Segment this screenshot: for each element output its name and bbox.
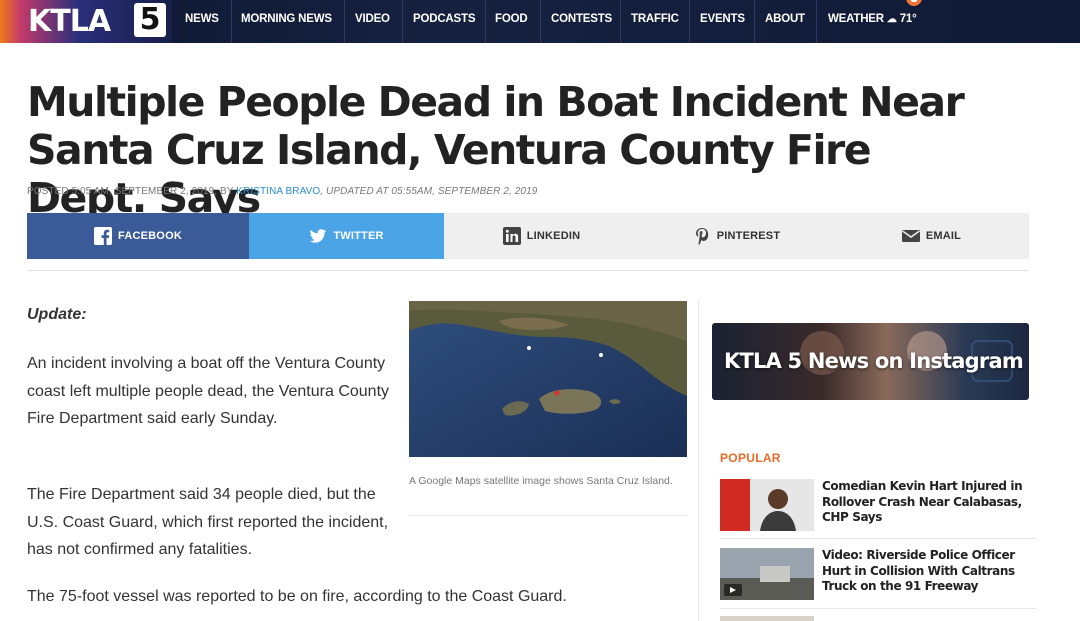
share-email-button[interactable]: EMAIL xyxy=(834,213,1029,259)
image-caption: A Google Maps satellite image shows Sant… xyxy=(409,475,673,487)
instagram-banner[interactable]: KTLA 5 News on Instagram xyxy=(712,323,1029,400)
share-facebook-button[interactable]: FACEBOOK xyxy=(27,213,249,259)
facebook-label: FACEBOOK xyxy=(118,230,182,242)
nav-item-weather[interactable]: WEATHER ☁ 71° xyxy=(828,0,917,43)
linkedin-label: LINKEDIN xyxy=(526,230,581,242)
author-link[interactable]: KRISTINA BRAVO xyxy=(236,186,320,197)
nav-separator xyxy=(620,0,621,43)
nav-separator xyxy=(344,0,345,43)
divider xyxy=(720,538,1036,539)
email-icon xyxy=(901,230,920,242)
nav-item-podcasts[interactable]: PODCASTS xyxy=(413,0,475,43)
ktla-logo[interactable]: KTLA 5 xyxy=(0,0,172,43)
divider xyxy=(720,608,1036,609)
popular-item[interactable]: Video: Riverside Police Officer Hurt in … xyxy=(720,548,1038,600)
nav-separator xyxy=(754,0,755,43)
update-label: Update: xyxy=(27,306,87,323)
byline: POSTED 5:05 AM, SEPTEMBER 2, 2019, BY KR… xyxy=(27,186,537,197)
top-nav: KTLA 5 NEWS MORNING NEWS VIDEO PODCASTS … xyxy=(0,0,1080,43)
popular-item-title: Comedian Kevin Hart Injured in Rollover … xyxy=(822,479,1023,524)
weather-label: WEATHER xyxy=(828,13,884,25)
facebook-icon xyxy=(94,227,113,245)
share-pinterest-button[interactable]: PINTEREST xyxy=(639,213,834,259)
nav-item-about[interactable]: ABOUT xyxy=(765,0,805,43)
nav-item-news[interactable]: NEWS xyxy=(185,0,219,43)
nav-separator xyxy=(485,0,486,43)
popular-thumbnail-image xyxy=(720,548,814,600)
linkedin-icon xyxy=(502,227,521,245)
popular-thumbnail-image xyxy=(720,479,814,531)
popular-item-title: Video: Riverside Police Officer Hurt in … xyxy=(822,548,1015,593)
logo-text: KTLA xyxy=(28,4,111,39)
pinterest-icon xyxy=(695,228,708,245)
nav-item-morning-news[interactable]: MORNING NEWS xyxy=(241,0,332,43)
pinterest-label: PINTEREST xyxy=(716,230,781,242)
twitter-label: TWITTER xyxy=(333,230,384,242)
popular-thumbnail xyxy=(720,616,814,621)
divider xyxy=(27,270,1029,271)
nav-item-video[interactable]: VIDEO xyxy=(355,0,390,43)
nav-item-food[interactable]: FOOD xyxy=(495,0,528,43)
share-twitter-button[interactable]: TWITTER xyxy=(249,213,444,259)
instagram-banner-title: KTLA 5 News on Instagram xyxy=(724,349,1024,373)
nav-separator xyxy=(402,0,403,43)
nav-separator xyxy=(231,0,232,43)
satellite-map-image[interactable] xyxy=(409,301,687,457)
article-paragraph: An incident involving a boat off the Ven… xyxy=(27,355,390,427)
article-paragraph: The 75-foot vessel was reported to be on… xyxy=(27,588,567,605)
weather-icon: ☁ xyxy=(886,14,897,25)
popular-heading: POPULAR xyxy=(720,451,781,465)
popular-thumbnail xyxy=(720,548,814,600)
nav-item-events[interactable]: EVENTS xyxy=(700,0,745,43)
article-headline: Multiple People Dead in Boat Incident Ne… xyxy=(27,78,965,222)
updated-date: , UPDATED AT 05:55AM, SEPTEMBER 2, 2019 xyxy=(320,186,538,197)
divider xyxy=(409,515,687,516)
email-label: EMAIL xyxy=(925,230,962,242)
share-linkedin-button[interactable]: LINKEDIN xyxy=(444,213,639,259)
twitter-icon xyxy=(310,229,327,243)
map-graphic xyxy=(409,301,687,457)
share-bar: FACEBOOK TWITTER LINKEDIN PINTEREST EMAI… xyxy=(27,213,1029,259)
article-paragraph: The Fire Department said 34 people died,… xyxy=(27,486,389,558)
popular-item[interactable]: Comedian Kevin Hart Injured in Rollover … xyxy=(720,479,1038,531)
popular-thumbnail xyxy=(720,479,814,531)
nav-item-contests[interactable]: CONTESTS xyxy=(551,0,612,43)
column-divider xyxy=(698,300,699,621)
nav-separator xyxy=(689,0,690,43)
nav-separator xyxy=(540,0,541,43)
weather-temp: 71° xyxy=(899,13,917,25)
nav-separator xyxy=(816,0,817,43)
nav-item-traffic[interactable]: TRAFFIC xyxy=(631,0,679,43)
posted-date: POSTED 5:05 AM, SEPTEMBER 2, 2019, BY xyxy=(27,186,237,197)
logo-number: 5 xyxy=(134,3,166,37)
